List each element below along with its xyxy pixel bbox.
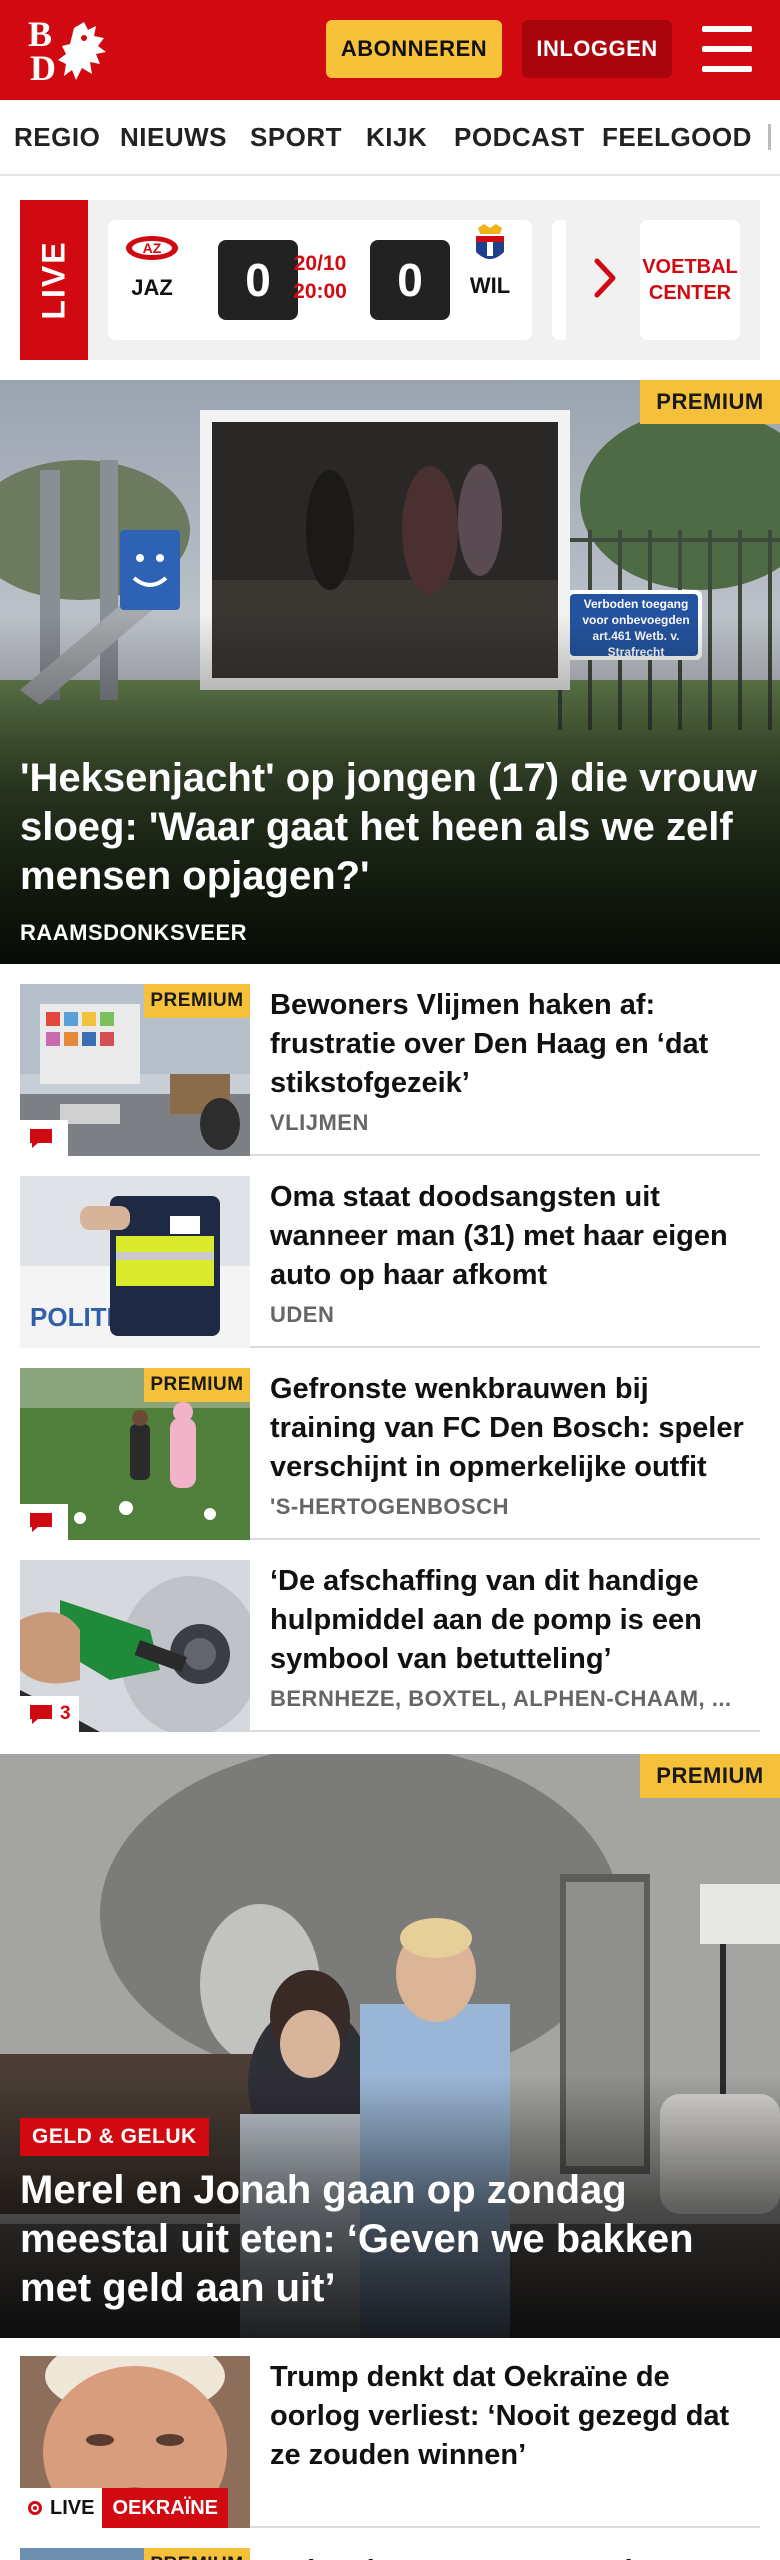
premium-badge: PREMIUM	[144, 2548, 250, 2560]
match-card[interactable]: AZ JAZ 0 20/10 20:00 0 WIL	[108, 220, 532, 340]
list-item[interactable]: PREMIUM Gefronste wenkbrauwen bij traini…	[20, 1368, 760, 1540]
premium-badge: PREMIUM	[144, 1368, 250, 1402]
live-tab-label: LIVE	[35, 240, 72, 320]
home-team: AZ JAZ	[122, 234, 182, 301]
article-location: UDEN	[270, 1302, 335, 1327]
comments-badge[interactable]	[20, 1120, 68, 1156]
hero-article-heksenjacht[interactable]: Verboden toegang voor onbevoegden art.46…	[0, 380, 780, 964]
article-thumbnail: POLITIE	[20, 1176, 250, 1348]
live-scores-strip: LIVE AZ JAZ 0 20/10 20:00 0 WIL VOETBAL …	[20, 200, 760, 360]
topic-tag[interactable]: OEKRAÏNE	[102, 2488, 229, 2528]
hero-article-merel-jonah[interactable]: PREMIUM GELD & GELUK Merel en Jonah gaan…	[0, 1754, 780, 2338]
article-title[interactable]: Oma staat doodsangsten uit wanneer man (…	[270, 1178, 760, 1295]
premium-badge: PREMIUM	[640, 1754, 780, 1798]
bd-logo[interactable]: B D	[28, 16, 114, 86]
article-thumbnail: PREMIUM	[20, 1368, 250, 1540]
premium-badge: PREMIUM	[640, 380, 780, 424]
svg-text:AZ: AZ	[143, 240, 162, 256]
list-item[interactable]: POLITIE Oma staat doodsangsten uit wanne…	[20, 1176, 760, 1348]
comment-icon	[30, 1705, 52, 1724]
nav-overflow-hint	[768, 124, 771, 150]
live-label: LIVE	[50, 2496, 95, 2519]
article-thumbnail: PREMIUM	[20, 984, 250, 1156]
next-match-card-peek[interactable]	[552, 220, 566, 340]
list-item-partial[interactable]: PREMIUM Bekende namen voor sterke	[20, 2548, 760, 2560]
article-title[interactable]: Gefronste wenkbrauwen bij training van F…	[270, 1370, 760, 1487]
nav-item-podcast[interactable]: PODCAST	[454, 122, 585, 153]
section-nav: REGIO NIEUWS SPORT KIJK PODCAST FEELGOOD	[0, 100, 780, 176]
article-thumbnail: PREMIUM	[20, 2548, 250, 2560]
comment-icon	[30, 1513, 52, 1532]
chevron-right-icon[interactable]	[594, 258, 616, 298]
nav-item-nieuws[interactable]: NIEUWS	[120, 122, 227, 153]
subscribe-button[interactable]: ABONNEREN	[326, 20, 502, 78]
away-team-name: WIL	[469, 273, 511, 298]
list-item[interactable]: PREMIUM Bewoners Vlijmen haken af: frust…	[20, 984, 760, 1156]
live-dot-icon	[28, 2501, 42, 2515]
match-time: 20/10 20:00	[278, 250, 362, 306]
live-badge[interactable]: LIVE OEKRAÏNE	[20, 2488, 229, 2528]
away-score: 0	[370, 240, 450, 320]
home-team-name: JAZ	[131, 275, 173, 300]
nav-item-kijk[interactable]: KIJK	[366, 122, 427, 153]
article-location: VLIJMEN	[270, 1110, 369, 1135]
list-item[interactable]: LIVE OEKRAÏNE Trump denkt dat Oekraïne d…	[20, 2356, 760, 2528]
away-team: WIL	[460, 224, 520, 299]
comments-badge[interactable]: 3	[20, 1696, 79, 1732]
article-title[interactable]: Trump denkt dat Oekraïne de oorlog verli…	[270, 2358, 760, 2475]
hero-title[interactable]: Merel en Jonah gaan op zondag meestal ui…	[20, 2166, 760, 2313]
hero-location: RAAMSDONKSVEER	[20, 920, 248, 945]
match-kickoff: 20:00	[293, 280, 347, 303]
list-item[interactable]: 3 ‘De afschaffing van dit handige hulpmi…	[20, 1560, 760, 1732]
az-crest-icon: AZ	[126, 236, 178, 260]
willem-ii-crest-icon	[476, 224, 504, 259]
brabant-lion-icon	[58, 22, 106, 80]
hero-title[interactable]: 'Heksenjacht' op jongen (17) die vrouw s…	[20, 754, 760, 901]
live-tab[interactable]: LIVE	[20, 200, 88, 360]
article-title[interactable]: ‘De afschaffing van dit handige hulpmidd…	[270, 1562, 760, 1679]
nav-item-regio[interactable]: REGIO	[14, 122, 100, 153]
premium-badge: PREMIUM	[144, 984, 250, 1018]
thumb-photo-police: POLITIE	[20, 1176, 250, 1348]
category-tag[interactable]: GELD & GELUK	[20, 2118, 209, 2156]
comment-icon	[30, 1129, 52, 1148]
comments-badge[interactable]	[20, 1504, 68, 1540]
site-header: B D ABONNEREN INLOGGEN	[0, 0, 780, 100]
hamburger-menu-icon[interactable]	[702, 26, 752, 72]
comment-count: 3	[60, 1703, 71, 1724]
article-thumbnail: LIVE OEKRAÏNE	[20, 2356, 250, 2528]
article-location: 'S-HERTOGENBOSCH	[270, 1494, 509, 1519]
login-button[interactable]: INLOGGEN	[522, 20, 672, 78]
article-location: BERNHEZE, BOXTEL, ALPHEN-CHAAM, ...	[270, 1686, 732, 1711]
match-date: 20/10	[293, 252, 347, 275]
article-title[interactable]: Bewoners Vlijmen haken af: frustratie ov…	[270, 986, 760, 1103]
football-center-link[interactable]: VOETBAL CENTER	[640, 220, 740, 340]
nav-item-feelgood[interactable]: FEELGOOD	[602, 122, 752, 153]
article-title[interactable]: Bekende namen voor sterke	[270, 2552, 760, 2560]
article-thumbnail: 3	[20, 1560, 250, 1732]
nav-item-sport[interactable]: SPORT	[250, 122, 342, 153]
